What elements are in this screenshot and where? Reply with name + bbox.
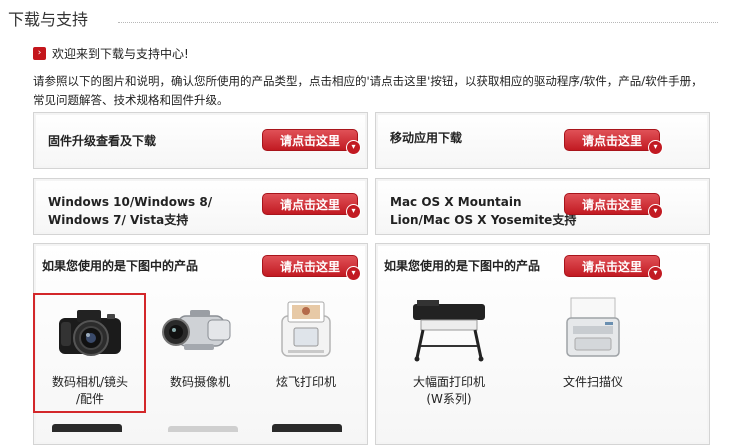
large-format-printer-label-line1: 大幅面打印机 (412, 375, 485, 389)
photo-printer-icon (281, 301, 331, 357)
mobile-app-button[interactable]: 请点击这里 ▾ (564, 129, 663, 155)
firmware-box: 固件升级查看及下载 请点击这里 ▾ (33, 112, 368, 169)
arrow-right-icon: › (33, 47, 46, 60)
chevron-down-icon: ▾ (346, 266, 361, 281)
chevron-down-icon: ▾ (648, 204, 663, 219)
chevron-down-icon: ▾ (648, 266, 663, 281)
products-right-button[interactable]: 请点击这里 ▾ (564, 255, 663, 281)
firmware-label: 固件升级查看及下载 (48, 134, 157, 148)
camera-icon (59, 310, 121, 356)
mobile-app-label: 移动应用下载 (390, 131, 463, 145)
mobile-app-button-label: 请点击这里 (581, 134, 642, 148)
windows-label-line2: Windows 7/ Vista支持 (48, 213, 189, 227)
firmware-button[interactable]: 请点击这里 ▾ (262, 129, 361, 155)
products-left-button[interactable]: 请点击这里 ▾ (262, 255, 361, 281)
next-row-product-2 (168, 426, 238, 432)
next-row-product-1 (52, 424, 122, 432)
camera-label-line1: 数码相机/镜头 (51, 375, 129, 389)
product-digital-camera[interactable]: 数码相机/镜头 /配件 (36, 296, 144, 411)
firmware-button-label: 请点击这里 (279, 134, 340, 148)
products-left-label: 如果您使用的是下图中的产品 (42, 259, 199, 273)
title-divider (118, 22, 718, 23)
intro-text: 请参照以下的图片和说明，确认您所使用的产品类型，点击相应的'请点击这里'按钮，以… (33, 74, 703, 107)
products-left-button-label: 请点击这里 (279, 260, 340, 274)
document-scanner-icon (566, 297, 620, 357)
chevron-down-icon: ▾ (648, 140, 663, 155)
windows-support-box: Windows 10/Windows 8/ Windows 7/ Vista支持… (33, 178, 368, 235)
large-format-printer-icon (413, 300, 485, 362)
camcorder-label: 数码摄像机 (169, 375, 230, 389)
chevron-down-icon: ▾ (346, 140, 361, 155)
windows-support-button-label: 请点击这里 (279, 198, 340, 212)
product-large-format-printer[interactable]: 大幅面打印机 (W系列) (393, 296, 505, 411)
document-scanner-label: 文件扫描仪 (562, 375, 623, 389)
mac-support-button[interactable]: 请点击这里 ▾ (564, 193, 663, 219)
next-row-product-3 (272, 424, 342, 432)
photo-printer-label: 炫飞打印机 (275, 375, 336, 389)
large-format-printer-label-line2: (W系列) (426, 392, 472, 406)
camcorder-icon (162, 310, 231, 350)
windows-support-button[interactable]: 请点击这里 ▾ (262, 193, 361, 219)
products-right-button-label: 请点击这里 (581, 260, 642, 274)
chevron-down-icon: ▾ (346, 204, 361, 219)
page-title: 下载与支持 (8, 10, 89, 29)
product-camcorder[interactable]: 数码摄像机 (150, 296, 250, 411)
mac-support-box: Mac OS X Mountain Lion/Mac OS X Yosemite… (375, 178, 710, 235)
product-compact-photo-printer[interactable]: 炫飞打印机 (256, 296, 356, 411)
products-right-label: 如果您使用的是下图中的产品 (384, 259, 541, 273)
windows-label-line1: Windows 10/Windows 8/ (48, 195, 213, 209)
welcome-line: › 欢迎来到下载与支持中心! (33, 45, 189, 62)
welcome-text: 欢迎来到下载与支持中心! (52, 47, 189, 61)
mac-label-line2: Lion/Mac OS X Yosemite支持 (390, 213, 577, 227)
mobile-app-box: 移动应用下载 请点击这里 ▾ (375, 112, 710, 169)
product-document-scanner[interactable]: 文件扫描仪 (540, 296, 646, 411)
mac-support-button-label: 请点击这里 (581, 198, 642, 212)
camera-label-line2: /配件 (75, 392, 105, 406)
mac-label-line1: Mac OS X Mountain (390, 195, 522, 209)
